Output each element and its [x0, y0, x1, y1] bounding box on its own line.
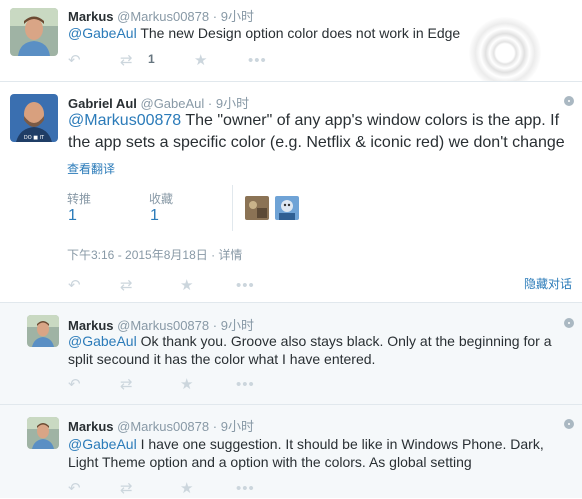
- retweets-label: 转推: [67, 192, 92, 206]
- display-name[interactable]: Markus: [68, 9, 114, 24]
- retweet-icon[interactable]: ⇄: [120, 276, 133, 296]
- reply-icon[interactable]: ↶: [68, 276, 81, 296]
- avatar-caption: DO ■ IT: [24, 135, 45, 141]
- mention-link[interactable]: @GabeAul: [68, 436, 137, 452]
- more-options-icon[interactable]: •••: [236, 479, 255, 499]
- tweet-actions: ↶ ⇄ ★ •••: [68, 479, 308, 499]
- user-handle[interactable]: @Markus00878: [117, 318, 209, 333]
- separator-dot: ·: [212, 318, 218, 333]
- liker-avatar[interactable]: [275, 196, 299, 220]
- tweet-markus-1[interactable]: Markus @Markus00878 · 9小时 @GabeAul The n…: [0, 0, 582, 89]
- star-icon[interactable]: ★: [180, 375, 193, 395]
- tweet-markus-reply-2[interactable]: Markus @Markus00878 · 9小时 @GabeAul I hav…: [0, 405, 582, 498]
- translate-link[interactable]: 查看翻译: [67, 160, 115, 177]
- retweet-icon[interactable]: ⇄: [120, 375, 133, 395]
- tweet-detail-time[interactable]: 下午3:16 - 2015年8月18日 · 详情: [67, 246, 242, 263]
- star-icon[interactable]: ★: [194, 51, 207, 71]
- reply-icon[interactable]: ↶: [68, 375, 81, 395]
- hide-conversation-link[interactable]: 隐藏对话: [524, 275, 572, 292]
- retweets-value[interactable]: 1: [68, 207, 77, 225]
- star-icon[interactable]: ★: [180, 479, 193, 499]
- display-name[interactable]: Markus: [68, 419, 114, 434]
- mention-link[interactable]: @GabeAul: [68, 333, 137, 349]
- timestamp[interactable]: 9小时: [216, 96, 249, 111]
- avatar[interactable]: [27, 417, 59, 449]
- tweet-text: @GabeAul I have one suggestion. It shoul…: [68, 435, 568, 471]
- timestamp[interactable]: 9小时: [221, 419, 254, 434]
- tweet-actions: ↶ ⇄ ★ •••: [68, 375, 308, 395]
- user-handle[interactable]: @Markus00878: [117, 419, 209, 434]
- separator-dot: ·: [207, 96, 213, 111]
- more-options-icon[interactable]: •••: [248, 51, 267, 71]
- tweet-header: Markus @Markus00878 · 9小时: [68, 6, 254, 25]
- tweet-text-body: Ok thank you. Groove also stays black. O…: [68, 333, 552, 367]
- tweet-actions: ↶ ⇄ 1 ★ •••: [68, 51, 288, 71]
- more-options-icon[interactable]: •••: [236, 375, 255, 395]
- retweet-icon[interactable]: ⇄: [120, 51, 133, 71]
- more-options-icon[interactable]: •••: [236, 276, 255, 296]
- reply-icon[interactable]: ↶: [68, 51, 81, 71]
- more-icon[interactable]: [564, 318, 574, 328]
- avatar[interactable]: [10, 8, 58, 56]
- tweet-text-body: I have one suggestion. It should be like…: [68, 436, 544, 470]
- more-icon[interactable]: [564, 96, 574, 106]
- mention-link[interactable]: @Markus00878: [68, 112, 181, 129]
- retweet-icon[interactable]: ⇄: [120, 479, 133, 499]
- retweet-count[interactable]: 1: [148, 52, 155, 66]
- liker-avatar[interactable]: [245, 196, 269, 220]
- avatar[interactable]: [27, 315, 59, 347]
- display-name[interactable]: Markus: [68, 318, 114, 333]
- separator-dot: ·: [212, 9, 218, 24]
- reply-icon[interactable]: ↶: [68, 479, 81, 499]
- stats-divider: [232, 185, 233, 231]
- tweet-header: Markus @Markus00878 · 9小时: [68, 416, 254, 435]
- mention-link[interactable]: @GabeAul: [68, 25, 137, 41]
- timestamp[interactable]: 9小时: [221, 318, 254, 333]
- tweet-markus-reply-1[interactable]: Markus @Markus00878 · 9小时 @GabeAul Ok th…: [0, 303, 582, 404]
- tweet-text: @Markus00878 The "owner" of any app's wi…: [68, 110, 572, 154]
- timestamp[interactable]: 9小时: [221, 9, 254, 24]
- tweet-text-body: The new Design option color does not wor…: [136, 25, 461, 41]
- favorites-value[interactable]: 1: [150, 207, 159, 225]
- avatar[interactable]: DO ■ IT: [10, 94, 58, 142]
- user-handle[interactable]: @Markus00878: [117, 9, 209, 24]
- user-handle[interactable]: @GabeAul: [141, 96, 205, 111]
- display-name[interactable]: Gabriel Aul: [68, 96, 137, 111]
- more-icon[interactable]: [564, 419, 574, 429]
- favorites-label: 收藏: [149, 192, 174, 206]
- tweet-actions: ↶ ⇄ ★ •••: [68, 276, 308, 296]
- loading-spinner-overlay: [469, 17, 541, 89]
- tweet-text: @GabeAul Ok thank you. Groove also stays…: [68, 332, 568, 368]
- separator-dot: ·: [212, 419, 218, 434]
- star-icon[interactable]: ★: [180, 276, 193, 296]
